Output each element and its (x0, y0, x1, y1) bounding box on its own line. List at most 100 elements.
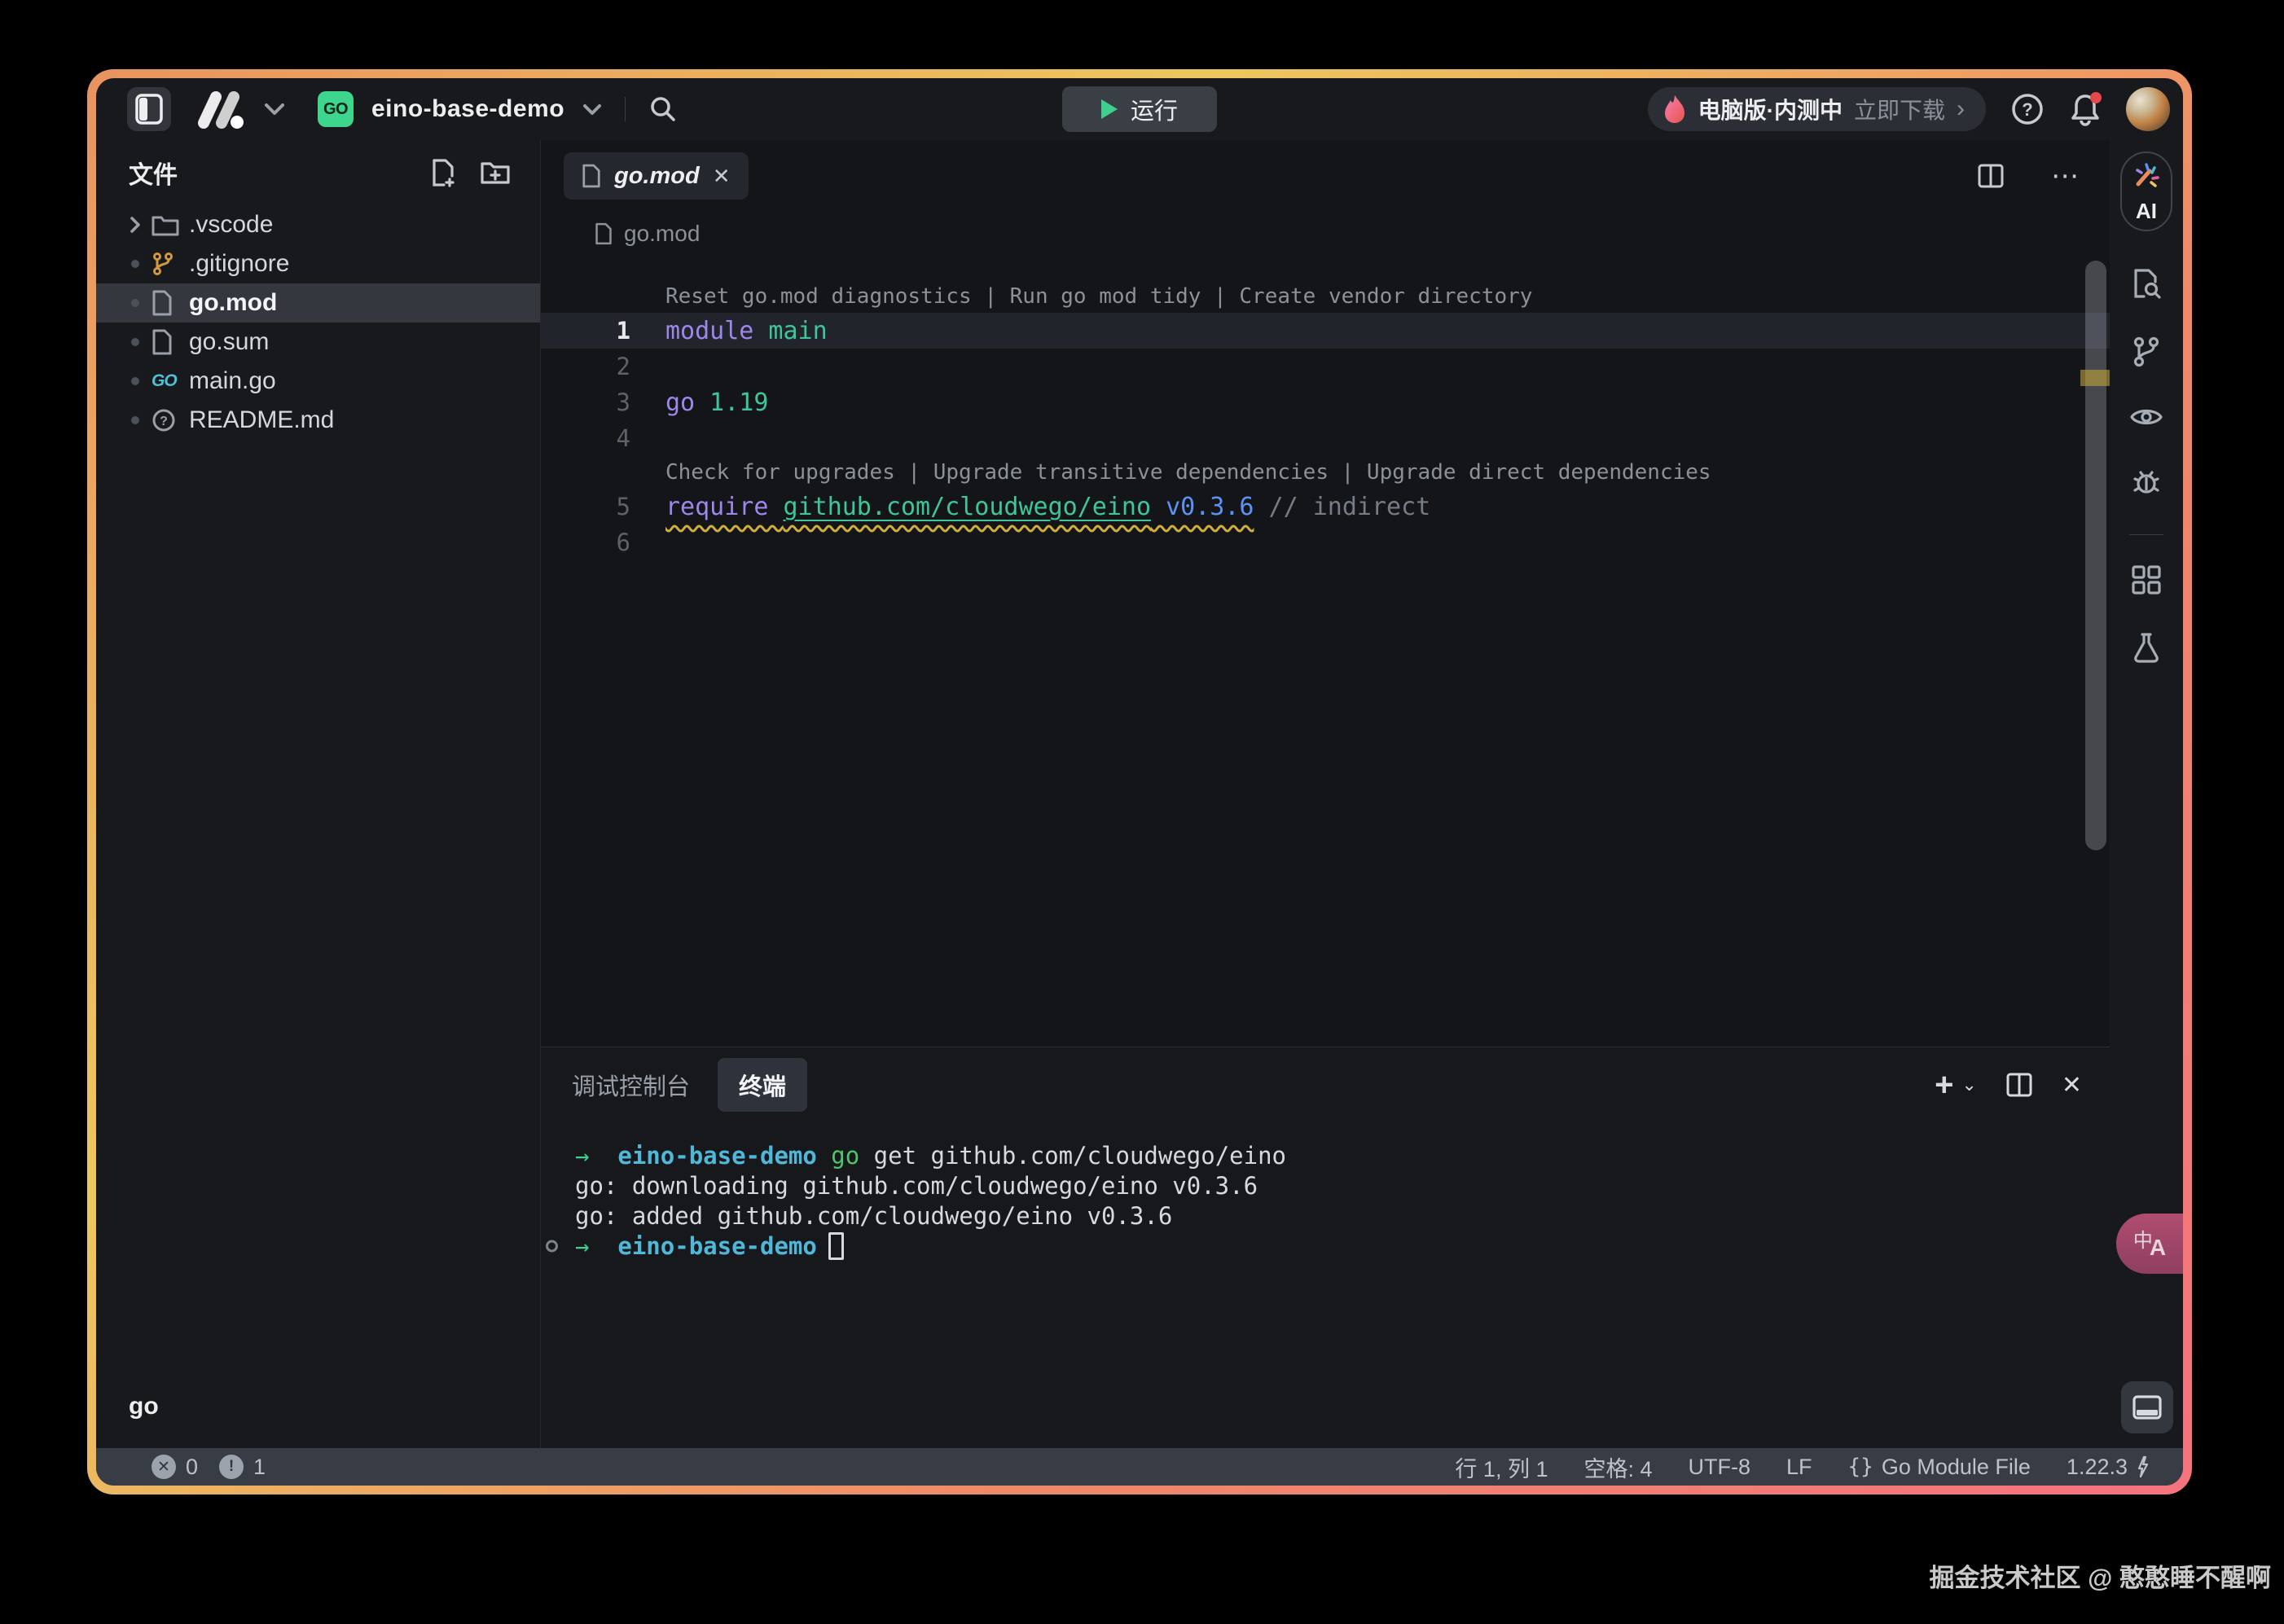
desktop-beta-banner[interactable]: 电脑版·内测中 立即下载 › (1648, 87, 1986, 131)
project-type-badge: GO (318, 91, 354, 127)
titlebar-divider (625, 97, 626, 121)
ai-sparkle-icon (2130, 160, 2163, 192)
error-icon: ✕ (152, 1455, 176, 1479)
terminal[interactable]: → eino-base-demo go get github.com/cloud… (541, 1122, 2110, 1261)
indentation-setting[interactable]: 空格: 4 (1583, 1451, 1652, 1483)
more-actions-icon[interactable]: ⋯ (2051, 160, 2082, 192)
bottom-panel: 调试控制台 终端 + ⌄ ✕ (541, 1047, 2110, 1448)
app-logo-icon[interactable] (194, 89, 246, 129)
sidebar-footer-label: go (96, 1393, 540, 1448)
code-line-5[interactable]: 5 require github.com/cloudwego/eino v0.3… (541, 489, 2110, 525)
codelens-upgrade-actions[interactable]: Check for upgrades | Upgrade transitive … (665, 460, 1711, 485)
tab-gomod[interactable]: go.mod ✕ (564, 152, 749, 200)
close-panel-icon[interactable]: ✕ (2062, 1071, 2082, 1099)
code-editor[interactable]: Reset go.mod diagnostics | Run go mod ti… (541, 256, 2110, 1047)
tree-item-maingo[interactable]: GO main.go (96, 362, 540, 401)
translate-button[interactable]: 中 A (2116, 1214, 2183, 1274)
svg-text:?: ? (2022, 99, 2032, 120)
project-chevron-down-icon[interactable] (582, 103, 602, 116)
titlebar: GO eino-base-demo 运行 (96, 78, 2183, 140)
modified-dot (131, 338, 139, 346)
lightning-icon (2136, 1455, 2150, 1478)
explorer-title: 文件 (129, 155, 178, 191)
user-avatar[interactable] (2126, 87, 2170, 131)
project-name[interactable]: eino-base-demo (371, 95, 564, 123)
play-icon (1101, 99, 1118, 119)
lab-flask-icon[interactable] (2132, 631, 2161, 664)
file-icon (582, 164, 601, 188)
code-line-2[interactable]: 2 (541, 349, 2110, 384)
terminal-prompt-line: → eino-base-demo go get github.com/cloud… (541, 1140, 2110, 1170)
logo-chevron-down-icon[interactable] (264, 103, 285, 116)
file-explorer-sidebar: 文件 (96, 140, 540, 1448)
warning-count: 1 (253, 1455, 266, 1480)
error-count: 0 (186, 1455, 198, 1480)
code-line-4[interactable]: 4 (541, 420, 2110, 456)
code-line-3[interactable]: 3 go 1.19 (541, 384, 2110, 420)
codelens-gomod-actions[interactable]: Reset go.mod diagnostics | Run go mod ti… (665, 284, 1532, 309)
debug-bug-icon[interactable] (2130, 466, 2163, 498)
code-line-1[interactable]: 1 module main (541, 313, 2110, 349)
modified-dot (131, 299, 139, 307)
extensions-icon[interactable] (2131, 564, 2162, 595)
statusbar: ✕ 0 ! 1 行 1, 列 1 空格: 4 UTF-8 LF {} Go Mo… (96, 1448, 2183, 1486)
tree-item-vscode[interactable]: .vscode (96, 205, 540, 244)
preview-eye-icon[interactable] (2129, 404, 2163, 430)
modified-dot (131, 260, 139, 268)
terminal-cursor (828, 1232, 844, 1260)
tree-item-gitignore[interactable]: .gitignore (96, 244, 540, 283)
file-tree: .vscode .gitignore go. (96, 205, 540, 440)
run-button[interactable]: 运行 (1062, 86, 1217, 132)
source-control-icon[interactable] (2132, 336, 2161, 368)
tree-item-gosum[interactable]: go.sum (96, 323, 540, 362)
terminal-output-line: go: added github.com/cloudwego/eino v0.3… (541, 1200, 2110, 1231)
panel-left-icon (135, 94, 163, 125)
code-line-6[interactable]: 6 (541, 525, 2110, 560)
ai-assistant-button[interactable]: AI (2120, 151, 2172, 231)
encoding-setting[interactable]: UTF-8 (1689, 1455, 1751, 1480)
svg-text:?: ? (160, 415, 168, 428)
editor-scrollbar[interactable] (2085, 261, 2106, 850)
new-terminal-icon[interactable]: + (1935, 1069, 1953, 1101)
git-branch-icon (152, 252, 189, 276)
warning-icon: ! (219, 1455, 244, 1479)
new-file-icon[interactable] (429, 158, 457, 187)
editor-tabbar: go.mod ✕ ⋯ (541, 140, 2110, 212)
editor-area: go.mod ✕ ⋯ go.mod (540, 140, 2110, 1448)
file-icon (595, 222, 613, 245)
help-icon[interactable]: ? (2010, 92, 2045, 126)
language-mode[interactable]: {} Go Module File (1848, 1455, 2031, 1480)
cursor-position[interactable]: 行 1, 列 1 (1455, 1451, 1548, 1483)
toggle-sidebar-button[interactable] (127, 87, 171, 131)
warning-overview-mark (2080, 370, 2110, 386)
terminal-dropdown-icon[interactable]: ⌄ (1961, 1074, 1976, 1095)
dependency-link[interactable]: github.com/cloudwego/eino (784, 493, 1152, 521)
problems-indicator[interactable]: ✕ 0 ! 1 (152, 1455, 277, 1480)
go-version[interactable]: 1.22.3 (2067, 1455, 2150, 1480)
chevron-right-icon (119, 215, 152, 235)
new-folder-icon[interactable] (480, 158, 511, 187)
toggle-bottom-panel-button[interactable] (2121, 1381, 2173, 1433)
file-search-icon[interactable] (2131, 267, 2162, 300)
search-icon[interactable] (648, 94, 678, 124)
tree-item-readme[interactable]: ? README.md (96, 401, 540, 440)
notifications-bell-icon[interactable] (2069, 92, 2102, 126)
watermark: 掘金技术社区 @ 憨憨睡不醒啊 (1930, 1557, 2271, 1594)
right-activity-bar: AI (2110, 140, 2183, 1448)
go-file-icon: GO (152, 371, 189, 391)
file-icon (152, 290, 189, 316)
modified-dot (131, 416, 139, 424)
flame-icon (1662, 94, 1687, 125)
app-window: GO eino-base-demo 运行 (96, 78, 2183, 1486)
breadcrumb[interactable]: go.mod (541, 212, 2110, 256)
tab-terminal[interactable]: 终端 (718, 1058, 807, 1112)
modified-dot (131, 377, 139, 385)
activity-bar-divider (2129, 534, 2163, 535)
tree-item-gomod[interactable]: go.mod (96, 283, 540, 323)
close-tab-icon[interactable]: ✕ (713, 164, 731, 189)
command-status-icon (546, 1240, 558, 1252)
eol-setting[interactable]: LF (1786, 1455, 1812, 1480)
tab-debug-console[interactable]: 调试控制台 (572, 1068, 690, 1102)
split-panel-icon[interactable] (2006, 1073, 2032, 1097)
split-editor-icon[interactable] (1978, 164, 2004, 188)
